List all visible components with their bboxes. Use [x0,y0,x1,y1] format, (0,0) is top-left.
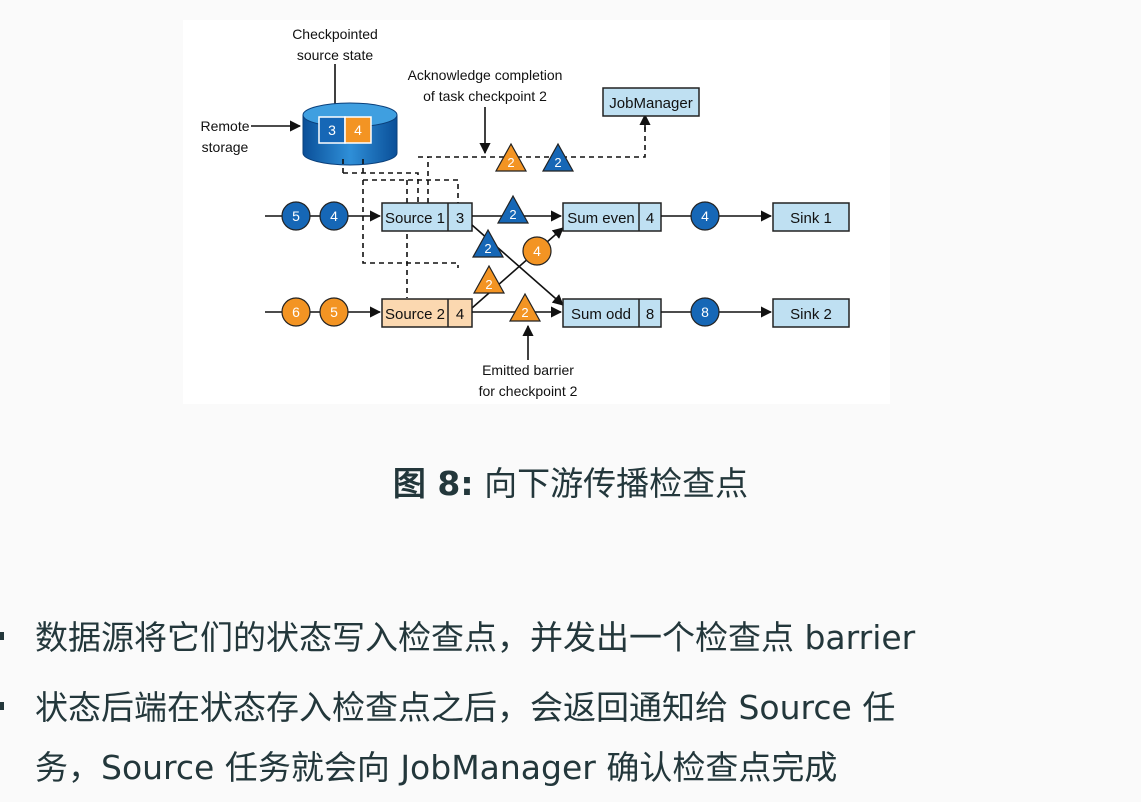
bullet-marker [0,702,4,710]
callout-remote-line2: storage [202,139,249,155]
source1-label: Source 1 [385,210,445,227]
svg-text:2: 2 [521,305,528,320]
sum-odd-state: 8 [646,306,654,323]
callout-remote-line1: Remote [200,118,249,134]
svg-text:4: 4 [330,208,338,224]
callout-checkpointed-line2: source state [297,47,373,63]
sink2-label: Sink 2 [790,306,832,323]
svg-text:5: 5 [292,208,300,224]
sum-even-label: Sum even [567,210,635,227]
barrier-s2-odd: 2 [508,292,542,322]
out-even-record: 4 [690,201,720,231]
caption-text: 向下游传播检查点 [484,464,749,503]
svg-text:8: 8 [701,304,709,320]
bullet-marker [0,632,4,640]
storage-value-1: 3 [328,122,336,138]
callout-emitted-line2: for checkpoint 2 [479,383,578,399]
caption-prefix: 图 8: [392,464,474,503]
barrier-s1-odd: 2 [471,228,505,258]
svg-text:6: 6 [292,304,300,320]
svg-text:2: 2 [507,155,514,170]
jobmanager-label: JobManager [609,95,692,112]
source2-state: 4 [456,306,464,323]
stream2-record-2: 5 [319,297,349,327]
svg-text:2: 2 [484,241,491,256]
bullet-2-line2: 务，Source 任务就会向 JobManager 确认检查点完成 [35,748,838,787]
figure-caption: 图 8: 向下游传播检查点 [0,457,1141,505]
checkpoint-diagram: Checkpointed source state Acknowledge co… [183,20,890,404]
storage-value-2: 4 [354,122,362,138]
stream1-record-2: 4 [319,201,349,231]
sum-even-state: 4 [646,210,654,227]
sum-odd-label: Sum odd [571,306,631,323]
remote-storage-icon: 3 4 [302,102,398,166]
cross-record: 4 [522,236,552,266]
svg-text:2: 2 [485,277,492,292]
callout-ack-line1: Acknowledge completion [408,67,563,83]
svg-text:2: 2 [509,207,516,222]
svg-text:2: 2 [554,155,561,170]
source1-state: 3 [456,210,464,227]
callout-ack-line2: of task checkpoint 2 [423,88,547,104]
bullet-2-line1: 状态后端在状态存入检查点之后，会返回通知给 Source 任 [35,688,896,727]
stream1-record-1: 5 [281,201,311,231]
barrier-s1-even: 2 [496,194,530,224]
out-odd-record: 8 [690,297,720,327]
callout-emitted-line1: Emitted barrier [482,362,574,378]
svg-text:4: 4 [701,208,709,224]
callout-checkpointed-line1: Checkpointed [292,26,378,42]
sink1-label: Sink 1 [790,210,832,227]
svg-text:4: 4 [533,243,541,259]
svg-text:5: 5 [330,304,338,320]
barrier-s2-even: 2 [472,264,506,294]
stream2-record-1: 6 [281,297,311,327]
source2-label: Source 2 [385,306,445,323]
bullet-1-text: 数据源将它们的状态写入检查点，并发出一个检查点 barrier [35,618,916,657]
